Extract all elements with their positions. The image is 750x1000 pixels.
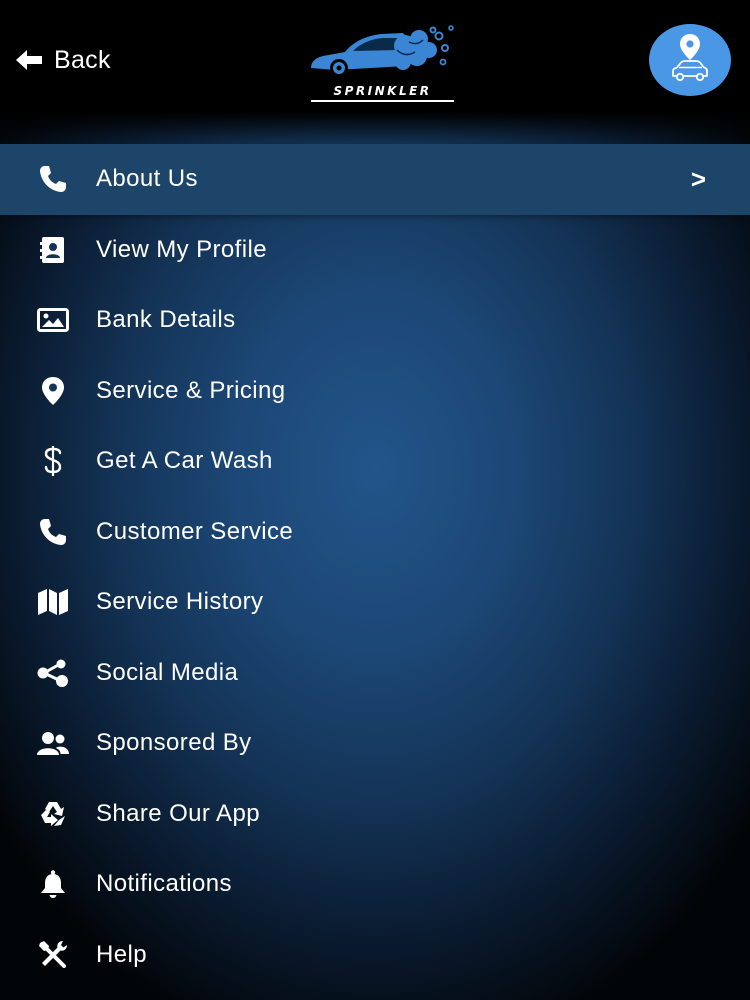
car-wash-logo-icon bbox=[311, 25, 454, 77]
side-menu: About Us > View My Profile Bank Details … bbox=[0, 144, 750, 990]
phone-icon bbox=[36, 162, 70, 196]
menu-label: Bank Details bbox=[96, 306, 236, 334]
header-shadow bbox=[0, 112, 750, 144]
tools-icon bbox=[36, 938, 70, 972]
menu-item-service-pricing[interactable]: Service & Pricing bbox=[0, 356, 750, 427]
recycle-icon bbox=[36, 797, 70, 831]
menu-item-social-media[interactable]: Social Media bbox=[0, 638, 750, 709]
logo-wordmark: SPRINKLER bbox=[333, 84, 432, 98]
chevron-right-icon: > bbox=[690, 163, 706, 194]
app-logo: SPRINKLER bbox=[305, 22, 460, 106]
map-pin-icon bbox=[36, 374, 70, 408]
menu-label: Social Media bbox=[96, 658, 239, 686]
top-bar: Back SPRINKLER bbox=[0, 0, 750, 112]
back-label: Back bbox=[54, 45, 111, 74]
arrow-left-icon bbox=[16, 50, 42, 70]
menu-label: Service History bbox=[96, 588, 264, 616]
location-car-button[interactable] bbox=[649, 24, 731, 96]
image-icon bbox=[36, 303, 70, 337]
map-icon bbox=[36, 585, 70, 619]
back-button[interactable]: Back bbox=[14, 42, 111, 78]
contact-book-icon bbox=[36, 233, 70, 267]
menu-label: Customer Service bbox=[96, 517, 294, 545]
menu-label: About Us bbox=[96, 165, 198, 193]
menu-item-service-history[interactable]: Service History bbox=[0, 567, 750, 638]
menu-item-view-my-profile[interactable]: View My Profile bbox=[0, 215, 750, 286]
menu-item-about-us[interactable]: About Us > bbox=[0, 144, 750, 215]
phone-icon bbox=[36, 515, 70, 549]
menu-item-notifications[interactable]: Notifications bbox=[0, 849, 750, 920]
menu-item-bank-details[interactable]: Bank Details bbox=[0, 285, 750, 356]
users-icon bbox=[36, 726, 70, 760]
app-screen: Back SPRINKLER About Us > View My Profil… bbox=[0, 0, 750, 1000]
logo-underline bbox=[311, 100, 454, 102]
menu-item-sponsored-by[interactable]: Sponsored By bbox=[0, 708, 750, 779]
menu-item-help[interactable]: Help bbox=[0, 920, 750, 991]
menu-label: Sponsored By bbox=[96, 729, 252, 757]
menu-item-get-a-car-wash[interactable]: Get A Car Wash bbox=[0, 426, 750, 497]
menu-label: Get A Car Wash bbox=[96, 447, 273, 475]
menu-label: Help bbox=[96, 940, 147, 968]
menu-item-customer-service[interactable]: Customer Service bbox=[0, 497, 750, 568]
menu-label: Service & Pricing bbox=[96, 376, 286, 404]
menu-label: Notifications bbox=[96, 870, 232, 898]
location-car-icon bbox=[672, 34, 708, 82]
menu-label: Share Our App bbox=[96, 799, 260, 827]
menu-label: View My Profile bbox=[96, 235, 267, 263]
menu-item-share-our-app[interactable]: Share Our App bbox=[0, 779, 750, 850]
bell-icon bbox=[36, 867, 70, 901]
dollar-icon bbox=[36, 444, 70, 478]
share-nodes-icon bbox=[36, 656, 70, 690]
